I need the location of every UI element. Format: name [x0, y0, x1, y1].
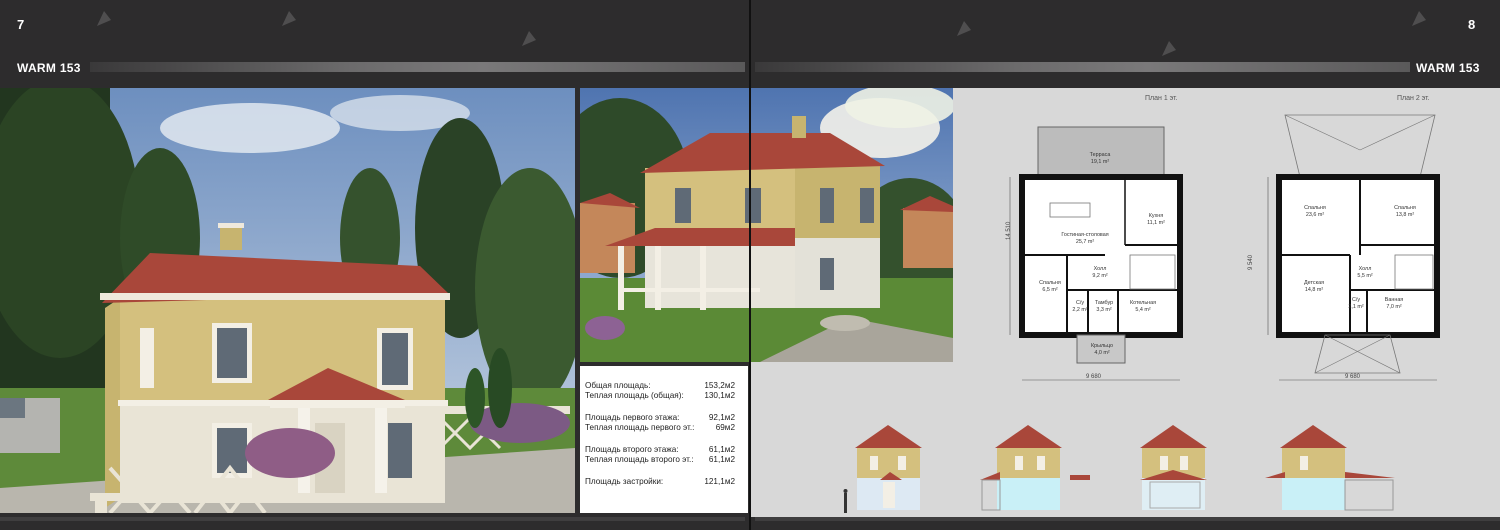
- info-label: Теплая площадь (общая):: [585, 391, 684, 400]
- plan1-room-kitchen: Кухня 11,1 m²: [1147, 213, 1165, 226]
- plan2-width-dimension: 9 680: [1345, 374, 1361, 380]
- info-value: 130,1м2: [704, 391, 735, 400]
- info-value: 61,1м2: [708, 455, 735, 464]
- info-value: 69м2: [715, 423, 735, 432]
- info-label: Площадь застройки:: [585, 477, 664, 486]
- plan2-drawing: [1267, 114, 1440, 381]
- plan1-room-bedroom: Спальня 6,5 m²: [1039, 280, 1061, 293]
- plan1-title: План 1 эт.: [1145, 95, 1178, 102]
- footer-band-left: [0, 517, 745, 521]
- plan1-room-porch: Крыльцо 4,0 m²: [1091, 343, 1113, 356]
- elevation-front: [855, 425, 922, 510]
- plan1-room-hall: Холл 9,2 m²: [1092, 266, 1108, 279]
- info-label: Общая площадь:: [585, 381, 651, 390]
- plan1-room-boiler: Котельная 5,4 m²: [1129, 300, 1157, 313]
- page-number-left: 7: [17, 17, 25, 32]
- plan1-room-living: Гостиная-столовая 25,7 m²: [1061, 232, 1109, 245]
- info-label: Теплая площадь первого эт.:: [585, 423, 695, 432]
- scale-figure-icon: [844, 493, 847, 513]
- house-render-secondary: [580, 88, 953, 362]
- watermark-leaf-icon: [97, 11, 111, 26]
- watermark-leaf-icon: [1162, 41, 1176, 56]
- house-render-main: [0, 88, 575, 513]
- book-spine: [749, 0, 751, 530]
- plan2-room-bedroom-main: Спальня 23,6 m²: [1304, 205, 1326, 218]
- plan2-room-wc: С/у 2,1 m²: [1348, 297, 1364, 310]
- plan2-room-bathroom: Ванная 7,0 m²: [1384, 297, 1404, 310]
- project-title-left: WARM 153: [17, 61, 81, 75]
- facade-elevations: [843, 425, 1395, 513]
- watermark-leaf-icon: [957, 21, 971, 36]
- project-title-right: WARM 153: [1416, 61, 1480, 75]
- elevation-side-1: [980, 425, 1090, 511]
- plan1-height-dimension: 14 510: [1006, 221, 1012, 240]
- area-summary-box: Общая площадь: 153,2м2 Теплая площадь (о…: [580, 366, 748, 513]
- elevation-side-2: [1265, 425, 1395, 511]
- plan2-room-bedroom-second: Спальня 13,8 m²: [1394, 205, 1416, 218]
- watermark-leaf-icon: [522, 31, 536, 46]
- footer-band-right: [755, 517, 1500, 521]
- watermark-leaf-icon: [282, 11, 296, 26]
- header-band-right: [755, 62, 1410, 72]
- info-value: 121,1м2: [704, 477, 735, 486]
- plan2-height-dimension: 9 540: [1248, 254, 1254, 270]
- plan1-room-terrace: Терраса 19,1 m²: [1089, 152, 1111, 165]
- elevation-back: [1140, 425, 1207, 510]
- plan2-room-kids: Детская 14,8 m²: [1304, 280, 1324, 293]
- watermark-leaf-icon: [1412, 11, 1426, 26]
- page-number-right: 8: [1468, 17, 1476, 32]
- plan1-width-dimension: 9 680: [1086, 374, 1102, 380]
- plan2-title: План 2 эт.: [1397, 95, 1430, 102]
- info-value: 61,1м2: [708, 445, 735, 454]
- info-label: Площадь первого этажа:: [585, 413, 680, 422]
- info-value: 153,2м2: [704, 381, 735, 390]
- info-label: Площадь второго этажа:: [585, 445, 679, 454]
- plan1-room-vestibule: Тамбур 3,3 m²: [1094, 300, 1114, 313]
- header-band-left: [90, 62, 745, 72]
- info-label: Теплая площадь второго эт.:: [585, 455, 694, 464]
- plan2-room-hall: Холл 5,5 m²: [1357, 266, 1373, 279]
- info-value: 92,1м2: [708, 413, 735, 422]
